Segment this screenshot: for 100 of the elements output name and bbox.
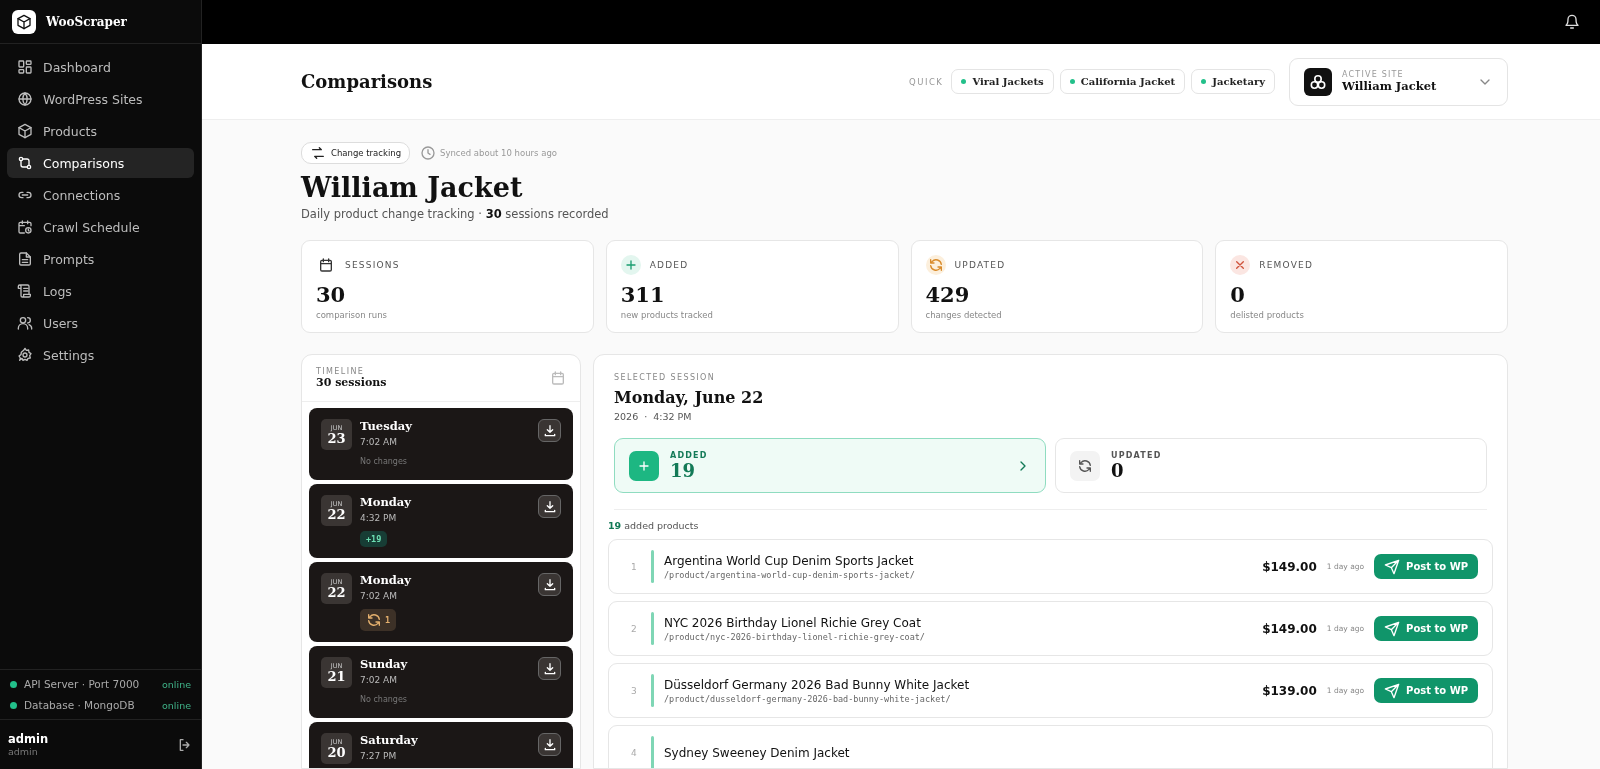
post-to-wp-button[interactable]: Post to WP <box>1374 554 1478 579</box>
nav-item[interactable]: Comparisons <box>7 148 194 178</box>
send-icon <box>1384 558 1401 575</box>
nav-item[interactable]: Users <box>7 308 194 338</box>
grid-icon <box>17 59 33 75</box>
nav-item[interactable]: Crawl Schedule <box>7 212 194 242</box>
quick-label: QUICK <box>909 76 944 87</box>
selected-session-label: SELECTED SESSION <box>614 373 717 382</box>
send-icon <box>1384 620 1401 637</box>
session-time: 4:32 PM <box>360 513 398 523</box>
calendar-clock-icon <box>17 219 33 235</box>
stat-value: 0 <box>1230 282 1246 307</box>
box-icon <box>17 123 33 139</box>
change-tracking-tag: Change tracking <box>301 142 411 164</box>
nav-item[interactable]: WordPress Sites <box>7 84 194 114</box>
added-count-badge: +19 <box>360 531 388 547</box>
session-date: Monday, June 22 <box>614 388 765 407</box>
product-price: $149.00 <box>1262 621 1317 636</box>
nav-item[interactable]: Logs <box>7 276 194 306</box>
brand-name: WooScraper <box>46 14 127 29</box>
quick-site-chip[interactable]: California Jacket <box>1059 69 1186 94</box>
bell-icon[interactable] <box>1564 14 1580 30</box>
session-time: 4:32 PM <box>653 411 692 422</box>
product-path: /product/argentina-world-cup-denim-sports-jacket/ <box>664 569 916 580</box>
stat-label: UPDATED <box>954 260 1006 270</box>
service-status: online <box>162 699 191 711</box>
scroll-icon <box>17 283 33 299</box>
stat-value: 30 <box>316 282 347 307</box>
no-changes-text: No changes <box>360 457 409 466</box>
nav-item[interactable]: Dashboard <box>7 52 194 82</box>
stat-caption: changes detected <box>925 310 1003 320</box>
product-price: $139.00 <box>1262 683 1317 698</box>
download-button[interactable] <box>538 657 561 680</box>
stat-caption: comparison runs <box>316 310 389 320</box>
nav-item[interactable]: Products <box>7 116 194 146</box>
stat-label: REMOVED <box>1259 260 1314 270</box>
product-path: /product/dusseldorf-germany-2026-bad-bunny-white-jacket/ <box>664 693 952 704</box>
row-number: 3 <box>631 685 638 696</box>
stat-label: SESSIONS <box>345 260 400 270</box>
site-title: William Jacket <box>301 172 524 203</box>
active-site-label: ACTIVE SITE <box>1342 70 1405 79</box>
change-filter-card[interactable]: ADDED 19 <box>614 438 1046 493</box>
no-changes-text: No changes <box>360 695 409 704</box>
updated-count-badge: 1 <box>360 609 397 631</box>
stat-value: 429 <box>925 282 971 307</box>
accent-bar <box>651 612 654 645</box>
post-to-wp-button[interactable]: Post to WP <box>1374 678 1478 703</box>
stat-value: 311 <box>620 282 666 307</box>
settings-icon <box>17 347 33 363</box>
nav-item[interactable]: Connections <box>7 180 194 210</box>
separator-dot: · <box>644 411 648 422</box>
session-year: 2026 <box>614 411 639 422</box>
session-time: 7:02 AM <box>360 675 398 685</box>
download-button[interactable] <box>538 419 561 442</box>
refresh-icon <box>366 612 382 628</box>
list-summary: 19 added products <box>607 519 700 533</box>
product-name: NYC 2026 Birthday Lionel Richie Grey Coat <box>664 615 922 630</box>
accent-bar <box>651 736 654 768</box>
accent-bar <box>651 550 654 583</box>
compare-icon <box>17 155 33 171</box>
change-filter-card[interactable]: UPDATED 0 <box>1055 438 1487 493</box>
document-icon <box>17 251 33 267</box>
download-button[interactable] <box>538 495 561 518</box>
calendar-icon <box>318 257 334 273</box>
page-title: Comparisons <box>301 71 434 92</box>
product-price: $149.00 <box>1262 559 1317 574</box>
download-button[interactable] <box>538 733 561 756</box>
nav-item[interactable]: Prompts <box>7 244 194 274</box>
row-number: 1 <box>631 561 638 572</box>
quick-site-chip[interactable]: Jacketary <box>1191 69 1275 94</box>
stat-label: ADDED <box>649 260 689 270</box>
row-number: 2 <box>631 623 638 634</box>
arrows-icon <box>310 145 326 161</box>
session-day: Tuesday <box>360 419 530 433</box>
service-name: API Server · Port 7000 <box>24 678 141 690</box>
session-day: Monday <box>360 495 530 509</box>
logo-icon <box>12 9 36 34</box>
refresh-icon <box>927 257 944 273</box>
service-status: online <box>162 678 191 690</box>
session-day: Sunday <box>360 657 530 671</box>
service-name: Database · MongoDB <box>24 699 136 711</box>
session-day: Saturday <box>360 733 530 747</box>
user-role: admin <box>8 746 39 757</box>
row-number: 4 <box>631 747 638 758</box>
product-path: /product/nyc-2026-birthday-lionel-richie-grey-coat/ <box>664 631 926 642</box>
timeline-label: TIMELINE <box>316 367 366 376</box>
quick-site-chip[interactable]: Viral Jackets <box>951 69 1054 94</box>
globe-icon <box>17 91 33 107</box>
stat-caption: delisted products <box>1230 310 1305 320</box>
download-button[interactable] <box>538 573 561 596</box>
active-site-name: William Jacket <box>1342 79 1438 93</box>
active-site-selector[interactable]: ACTIVE SITE William Jacket <box>1289 57 1508 106</box>
site-subtitle: Daily product change tracking · 30 sessions recorded <box>301 207 610 221</box>
stat-caption: new products tracked <box>620 310 714 320</box>
sync-status: Synced about 10 hours ago <box>440 148 557 158</box>
user-name: admin <box>8 732 49 746</box>
nav-item[interactable]: Settings <box>7 340 194 370</box>
clock-icon <box>420 145 437 161</box>
post-to-wp-button[interactable]: Post to WP <box>1374 616 1478 641</box>
product-name: Düsseldorf Germany 2026 Bad Bunny White Jacket <box>664 677 971 692</box>
